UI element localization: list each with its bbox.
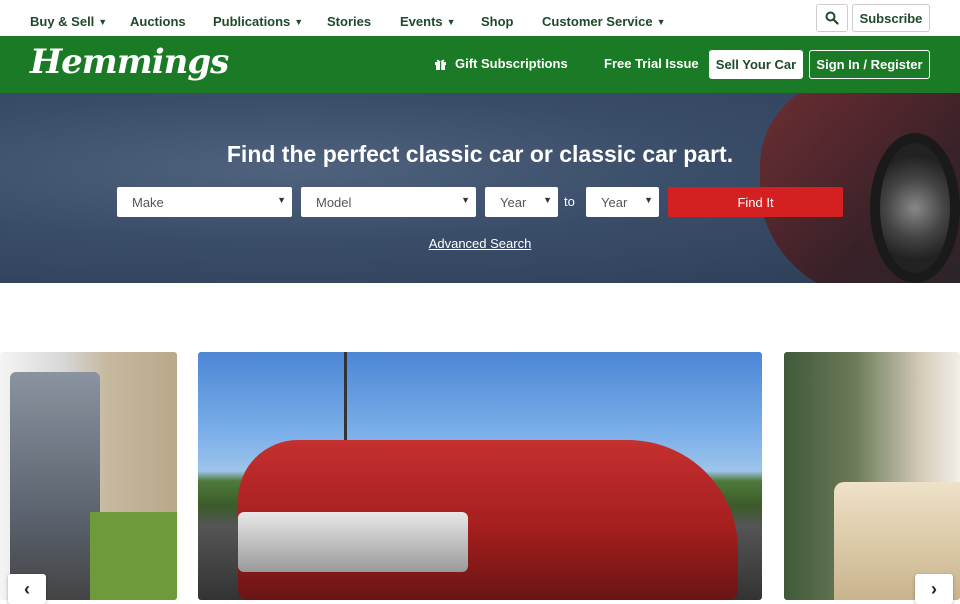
nav-events-label: Events	[400, 14, 443, 29]
chevron-down-icon: ▼	[277, 195, 286, 205]
year-from-select[interactable]: Year ▼	[485, 187, 558, 217]
nav-customer-service-label: Customer Service	[542, 14, 653, 29]
year-to-select-label: Year	[601, 194, 628, 210]
subscribe-button[interactable]: Subscribe	[852, 4, 930, 32]
vehicle-image	[10, 372, 100, 600]
hero-title: Find the perfect classic car or classic …	[226, 141, 734, 167]
make-select-label: Make	[132, 194, 164, 210]
advanced-search-link[interactable]: Advanced Search	[0, 236, 960, 251]
search-button[interactable]	[816, 4, 848, 32]
hero-search: Find the perfect classic car or classic …	[0, 93, 960, 283]
nav-publications-label: Publications	[213, 14, 291, 29]
top-navigation: Buy & Sell ▼ Auctions Publications ▼ Stori…	[0, 0, 960, 36]
gift-icon	[435, 59, 446, 70]
nav-auctions[interactable]: Auctions	[130, 14, 186, 29]
nav-shop[interactable]: Shop	[481, 14, 514, 29]
make-select[interactable]: Make ▼	[117, 187, 292, 217]
model-select[interactable]: Model ▼	[301, 187, 476, 217]
nav-stories-label: Stories	[327, 14, 372, 29]
nav-stories[interactable]: Stories	[327, 14, 371, 29]
chevron-down-icon: ▼	[543, 195, 552, 205]
model-select-label: Model	[316, 194, 352, 210]
caret-down-icon: ▼	[98, 16, 108, 27]
free-trial-link[interactable]: Free Trial Issue	[604, 56, 699, 71]
nav-buy-sell[interactable]: Buy & Sell ▼	[30, 14, 107, 29]
caret-down-icon: ▼	[294, 16, 304, 27]
year-from-select-label: Year	[500, 194, 527, 210]
gift-subscriptions-label: Gift Subscriptions	[455, 56, 568, 71]
chevron-down-icon: ▼	[644, 195, 653, 205]
nav-shop-label: Shop	[481, 14, 514, 29]
year-range-to-label: to	[564, 194, 575, 209]
hemmings-logo[interactable]: Hemmings	[30, 42, 229, 82]
caret-down-icon: ▼	[446, 16, 456, 27]
sell-your-car-button[interactable]: Sell Your Car	[709, 50, 803, 79]
nav-buy-sell-label: Buy & Sell	[30, 14, 95, 29]
sign-in-register-button[interactable]: Sign In / Register	[809, 50, 930, 79]
carousel-card-featured[interactable]	[198, 352, 762, 600]
nav-events[interactable]: Events ▼	[400, 14, 456, 29]
nav-auctions-label: Auctions	[130, 14, 186, 29]
vehicle-grille	[238, 512, 468, 572]
nav-customer-service[interactable]: Customer Service ▼	[542, 14, 665, 29]
nav-publications[interactable]: Publications ▼	[213, 14, 303, 29]
chevron-down-icon: ▼	[461, 195, 470, 205]
chevron-right-icon: ›	[931, 578, 937, 599]
chevron-left-icon: ‹	[24, 578, 30, 599]
year-to-select[interactable]: Year ▼	[586, 187, 659, 217]
carousel-card-next[interactable]	[784, 352, 960, 600]
main-header: Hemmings Gift Subscriptions Free Trial I…	[0, 36, 960, 93]
carousel-card-previous[interactable]	[0, 352, 177, 600]
find-it-button[interactable]: Find It	[668, 187, 843, 217]
image-background	[90, 512, 177, 600]
search-icon	[825, 11, 839, 25]
gift-subscriptions-link[interactable]: Gift Subscriptions	[434, 56, 568, 71]
caret-down-icon: ▼	[656, 16, 666, 27]
